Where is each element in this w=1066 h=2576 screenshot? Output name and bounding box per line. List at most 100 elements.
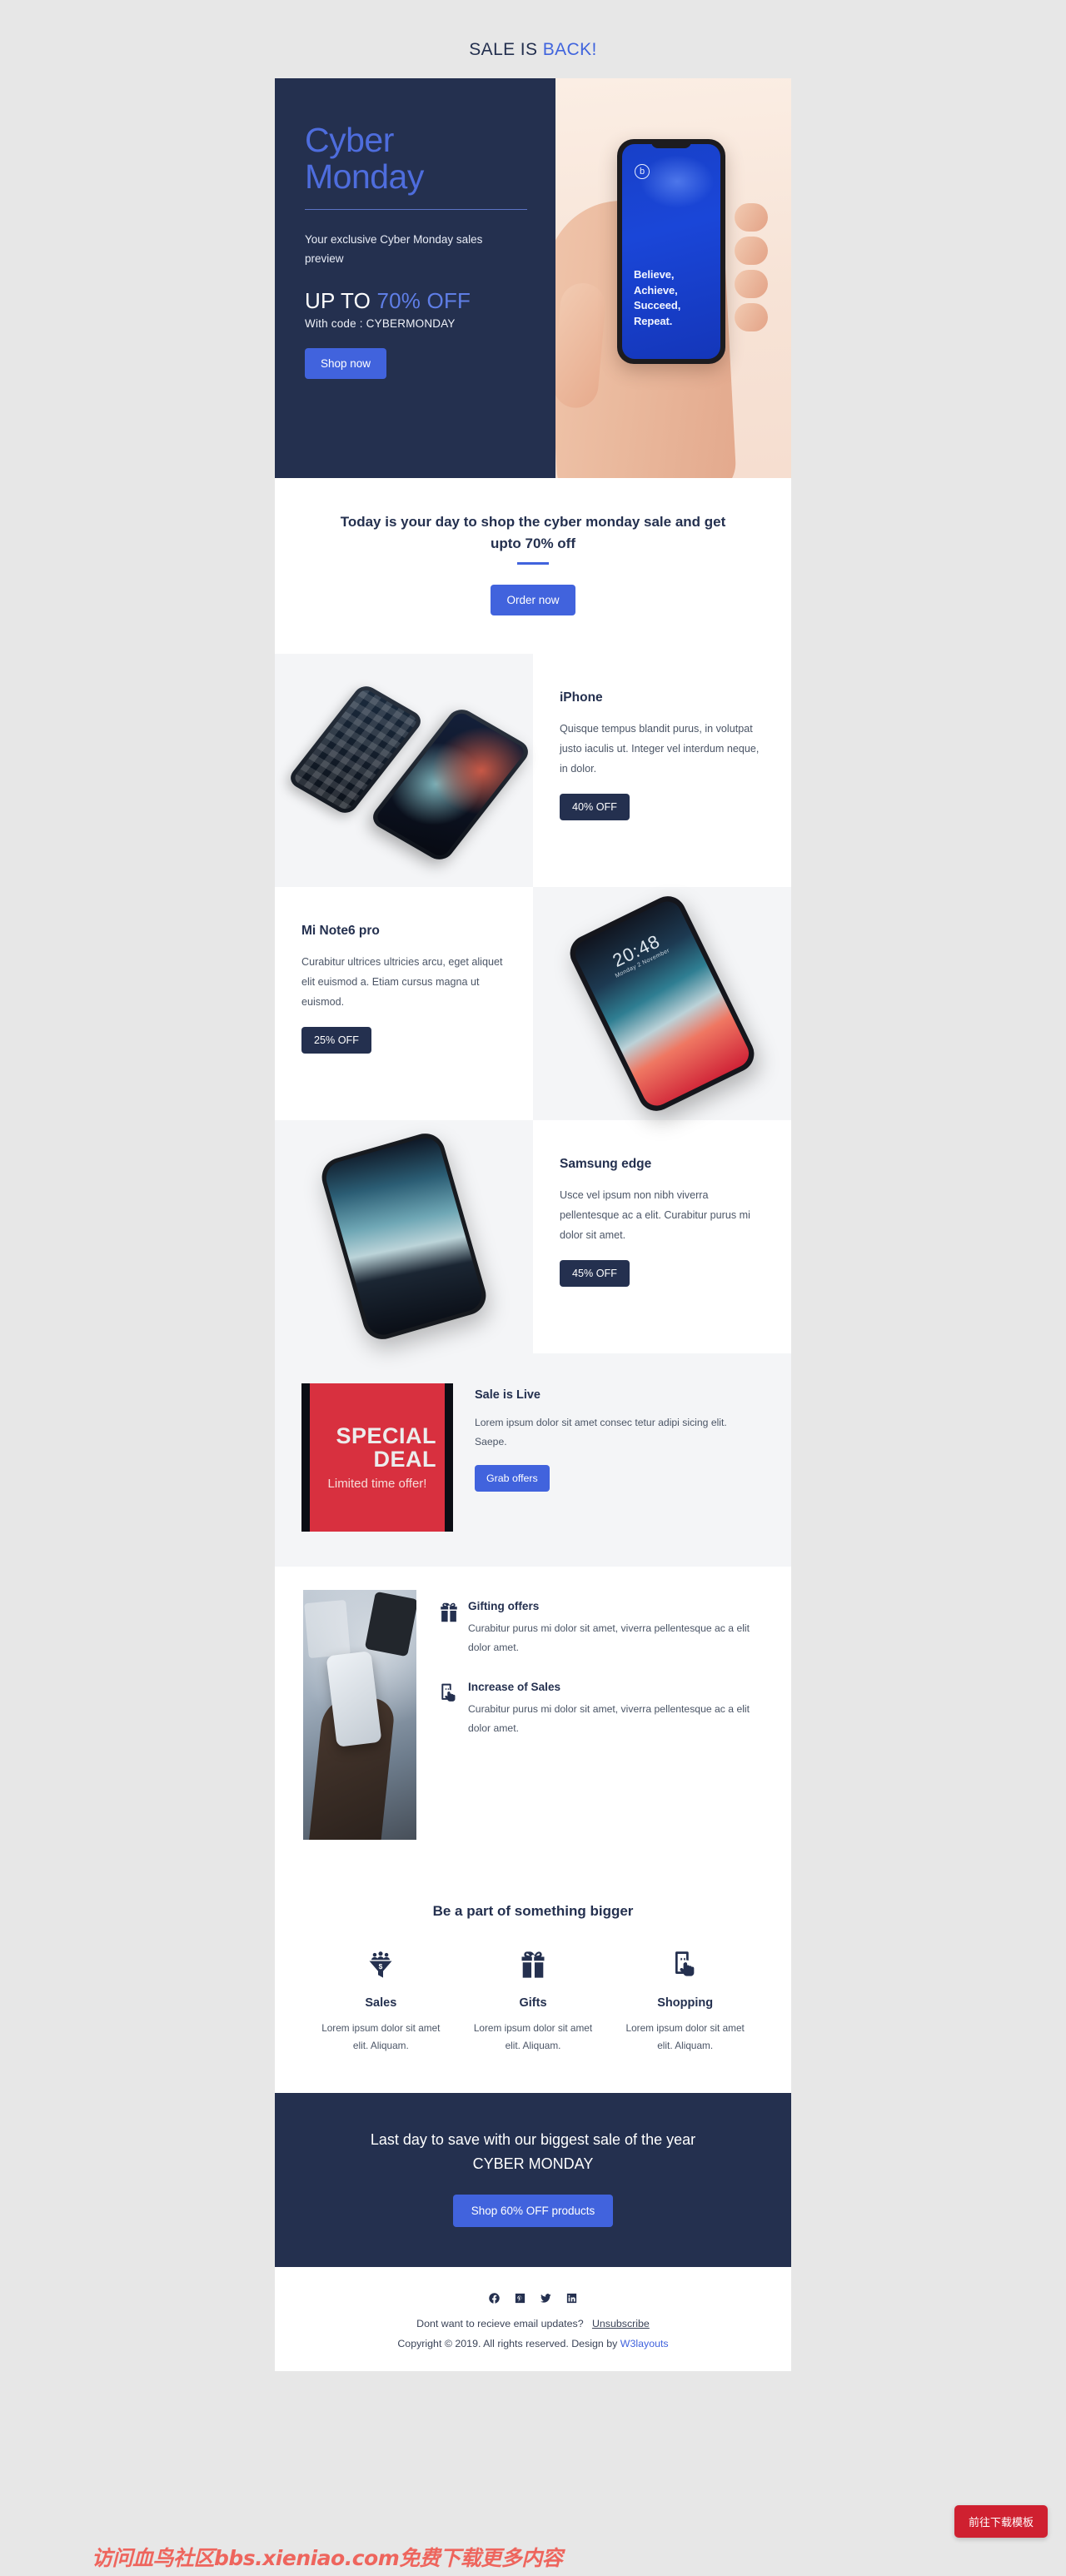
thumb-shape	[555, 281, 608, 410]
hero-divider	[305, 208, 527, 210]
product-name: Mi Note6 pro	[301, 923, 380, 938]
quote-line-4: Repeat.	[634, 314, 673, 327]
bigger-column-title: Shopping	[657, 1996, 714, 2010]
svg-text:$: $	[379, 1961, 383, 1970]
deal-heading: Sale is Live	[475, 1388, 540, 1402]
feature-title: Increase of Sales	[468, 1680, 561, 1693]
intro-section: Today is your day to shop the cyber mond…	[275, 478, 791, 654]
intro-divider	[517, 561, 549, 565]
intro-heading: Today is your day to shop the cyber mond…	[340, 514, 726, 552]
deal-card-inner: SPECIAL DEAL Limited time offer!	[310, 1383, 445, 1532]
hero-offer-percent: 70% OFF	[376, 287, 471, 313]
feature-body: Gifting offers Curabitur purus mi dolor …	[468, 1600, 763, 1657]
quote-line-1: Believe,	[634, 268, 675, 282]
product-discount-badge[interactable]: 25% OFF	[301, 1027, 371, 1054]
linkedin-icon[interactable]	[565, 2292, 578, 2304]
twitter-icon[interactable]	[540, 2292, 552, 2304]
product-copy-iphone: iPhone Quisque tempus blandit purus, in …	[533, 653, 791, 887]
features-section: Gifting offers Curabitur purus mi dolor …	[275, 1566, 791, 1873]
copyright-text: Copyright © 2019. All rights reserved. D…	[397, 2338, 620, 2350]
hero-section: Cyber Monday Your exclusive Cyber Monday…	[275, 78, 791, 478]
deal-line-3: Limited time offer!	[327, 1476, 427, 1491]
shop-60-off-button[interactable]: Shop 60% OFF products	[452, 2195, 614, 2228]
special-deal-card: SPECIAL DEAL Limited time offer!	[301, 1383, 453, 1532]
product-row-samsung-edge: Samsung edge Usce vel ipsum non nibh viv…	[275, 1119, 791, 1353]
special-deal-copy: Sale is Live Lorem ipsum dolor sit amet …	[453, 1383, 728, 1532]
product-image-samsung	[275, 1119, 533, 1353]
product-name: iPhone	[560, 690, 603, 705]
fingers-group	[735, 203, 768, 331]
hero-copy: Cyber Monday Your exclusive Cyber Monday…	[275, 78, 555, 478]
unsubscribe-text: Dont want to recieve email updates?	[416, 2318, 584, 2330]
deal-desc: Lorem ipsum dolor sit amet consec tetur …	[475, 1416, 727, 1447]
gift-icon	[438, 1600, 468, 1657]
feature-desc: Curabitur purus mi dolor sit amet, viver…	[468, 1622, 750, 1653]
unsubscribe-link[interactable]: Unsubscribe	[592, 2318, 650, 2329]
brand-link[interactable]: W3layouts	[620, 2338, 669, 2349]
feature-title: Gifting offers	[468, 1599, 540, 1612]
hero-title-line1: Cyber	[305, 121, 394, 159]
last-cta-line2: CYBER MONDAY	[472, 2155, 594, 2173]
hero-title: Cyber Monday	[305, 122, 527, 196]
gift-icon	[467, 1950, 600, 1983]
product-desc: Quisque tempus blandit purus, in volutpa…	[560, 722, 760, 775]
hero-phone-mockup: b Believe, Achieve, Succeed, Repeat.	[617, 139, 725, 364]
special-deal-section: SPECIAL DEAL Limited time offer! Sale is…	[275, 1353, 791, 1567]
unsubscribe-line: Dont want to recieve email updates? Unsu…	[300, 2318, 766, 2329]
last-cta-section: Last day to save with our biggest sale o…	[275, 2093, 791, 2268]
mobile-tap-icon	[619, 1950, 751, 1983]
bigger-column-desc: Lorem ipsum dolor sit amet elit. Aliquam…	[625, 2021, 745, 2051]
copyright-line: Copyright © 2019. All rights reserved. D…	[300, 2338, 766, 2349]
email-preview-page: SALE IS BACK! Cyber Monday Your exclusiv…	[0, 0, 1066, 2576]
hero-offer: UP TO 70% OFF	[305, 288, 527, 314]
shop-now-button[interactable]: Shop now	[305, 347, 387, 379]
features-photo	[303, 1589, 416, 1840]
bigger-column-title: Sales	[365, 1996, 397, 2010]
bigger-column-shopping: Shopping Lorem ipsum dolor sit amet elit…	[609, 1950, 761, 2055]
finger-1	[735, 203, 768, 232]
finger-4	[735, 303, 768, 331]
product-image-iphone	[275, 653, 534, 887]
product-desc: Curabitur ultrices ultricies arcu, eget …	[301, 955, 503, 1009]
phone-notch	[651, 139, 691, 148]
bigger-heading: Be a part of something bigger	[432, 1902, 634, 1919]
product-copy-samsung: Samsung edge Usce vel ipsum non nibh viv…	[533, 1119, 791, 1353]
deal-line-2: DEAL	[373, 1447, 436, 1472]
product-discount-badge[interactable]: 40% OFF	[560, 794, 630, 821]
preheader-accent: BACK!	[542, 40, 597, 59]
features-list: Gifting offers Curabitur purus mi dolor …	[416, 1590, 763, 1840]
hero-title-line2: Monday	[305, 157, 424, 197]
product-row-mi-note6-pro: Mi Note6 pro Curabitur ultrices ultricie…	[275, 886, 791, 1120]
finger-2	[735, 237, 768, 265]
email-footer: Dont want to recieve email updates? Unsu…	[275, 2267, 791, 2372]
product-desc: Usce vel ipsum non nibh viverra pellente…	[560, 1188, 750, 1242]
bigger-column-title: Gifts	[519, 1996, 547, 2010]
download-template-button[interactable]: 前往下载模板	[954, 2505, 1048, 2538]
order-now-button[interactable]: Order now	[491, 584, 575, 615]
bigger-column-desc: Lorem ipsum dolor sit amet elit. Aliquam…	[473, 2021, 593, 2051]
site-watermark: 访问血鸟社区bbs.xieniao.com免费下载更多内容	[92, 2546, 563, 2570]
product-name: Samsung edge	[560, 1156, 652, 1171]
social-links	[300, 2292, 766, 2304]
bigger-section: Be a part of something bigger $ Sales Lo…	[275, 1872, 791, 2094]
phone-screen: b Believe, Achieve, Succeed, Repeat.	[622, 144, 720, 359]
grab-offers-button[interactable]: Grab offers	[475, 1465, 550, 1492]
tilted-phone-art: 20:48 Monday 2 November	[564, 889, 760, 1117]
edge-screen	[322, 1134, 486, 1339]
bigger-column-sales: $ Sales Lorem ipsum dolor sit amet elit.…	[305, 1950, 457, 2055]
pinterest-icon[interactable]	[514, 2292, 526, 2304]
hero-image: b Believe, Achieve, Succeed, Repeat.	[555, 78, 791, 478]
product-discount-badge[interactable]: 45% OFF	[560, 1260, 630, 1288]
feature-body: Increase of Sales Curabitur purus mi dol…	[468, 1681, 763, 1738]
product-copy-mi: Mi Note6 pro Curabitur ultrices ultricie…	[275, 886, 533, 1120]
bigger-column-gifts: Gifts Lorem ipsum dolor sit amet elit. A…	[457, 1950, 610, 2055]
brand-b-icon: b	[635, 164, 650, 179]
bigger-column-desc: Lorem ipsum dolor sit amet elit. Aliquam…	[321, 2021, 441, 2051]
last-cta-line1: Last day to save with our biggest sale o…	[370, 2131, 696, 2149]
feature-item: Gifting offers Curabitur purus mi dolor …	[438, 1600, 763, 1657]
preheader: SALE IS BACK!	[0, 0, 1066, 78]
facebook-icon[interactable]	[488, 2292, 501, 2304]
screen-glow	[639, 154, 715, 209]
quote-line-2: Achieve,	[634, 283, 678, 296]
deal-line-1: SPECIAL	[336, 1423, 436, 1448]
